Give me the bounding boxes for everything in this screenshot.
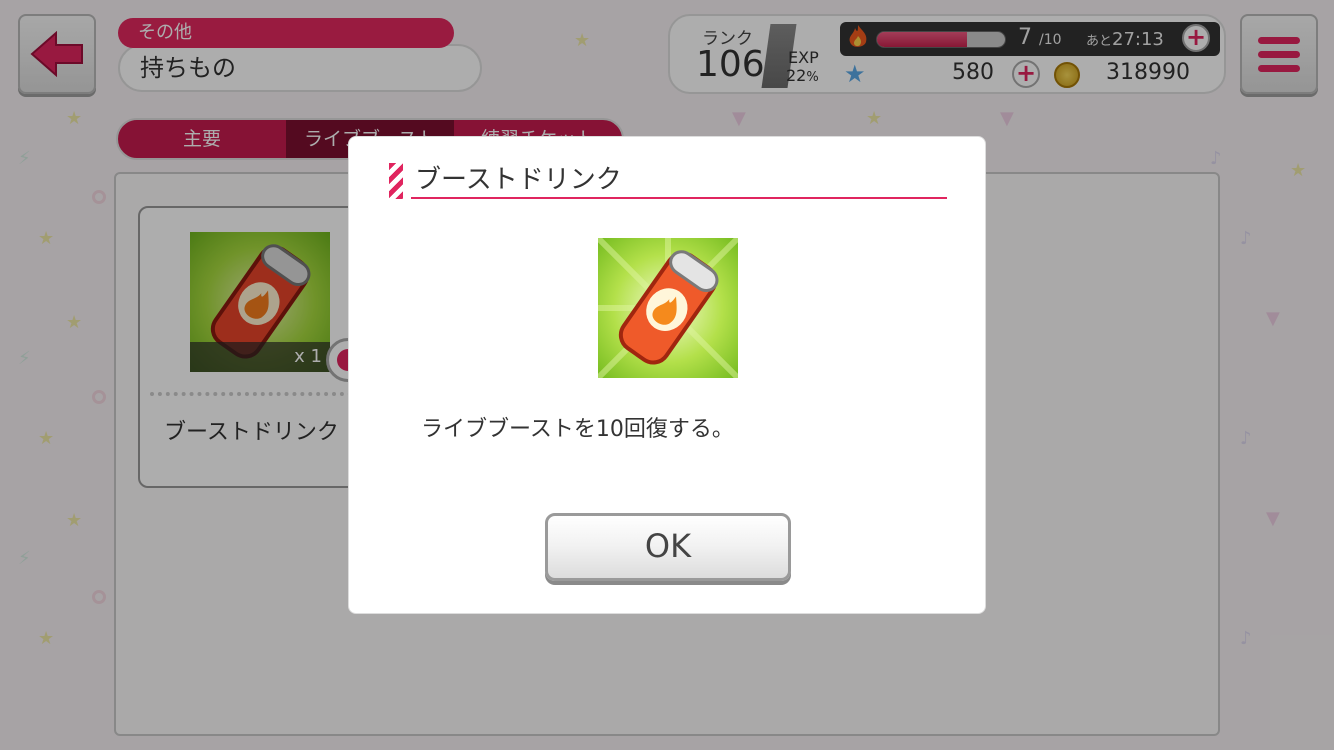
boost-drink-icon <box>598 238 738 378</box>
dialog-description: ライブブーストを10回復する。 <box>421 417 734 442</box>
dialog-title: ブーストドリンク <box>415 165 622 195</box>
title-underline <box>411 197 947 199</box>
title-stripe-icon <box>389 163 403 199</box>
item-detail-dialog: ブーストドリンク ライブブーストを10回復する。 OK <box>348 136 986 614</box>
ok-button[interactable]: OK <box>545 513 791 581</box>
